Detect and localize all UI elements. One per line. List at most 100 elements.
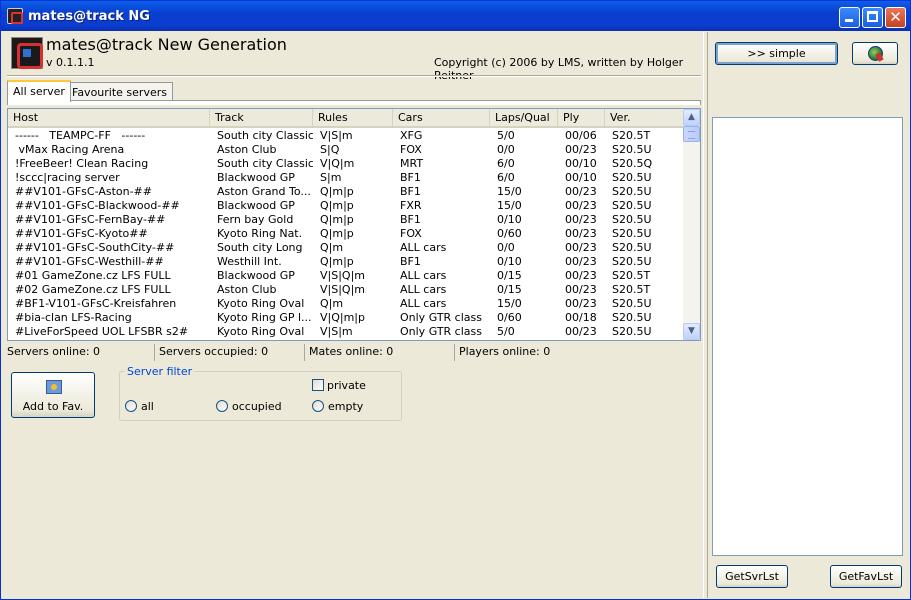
table-cell: Q|m|p [320, 199, 354, 212]
column-header[interactable]: Host [8, 109, 210, 128]
table-cell: FOX [400, 227, 422, 240]
table-cell: 0/15 [497, 269, 522, 282]
server-filter-group: Server filter private all occupied empty [119, 365, 402, 421]
status-bar: Servers online: 0 Servers occupied: 0 Ma… [3, 344, 703, 361]
table-cell: 00/23 [565, 283, 597, 296]
table-cell: ##V101-GFsC-SouthCity-## [15, 241, 175, 254]
table-cell: V|S|m [320, 129, 353, 142]
filter-empty-radio[interactable] [312, 400, 324, 412]
table-row[interactable]: #BF1-V101-GFsC-Kreisfahren Kyoto Ring Ova… [8, 297, 684, 311]
simple-mode-button[interactable]: >> simple [715, 42, 838, 65]
table-cell: S20.5U [612, 143, 652, 156]
scroll-thumb[interactable] [683, 126, 700, 142]
table-cell: South city Long [217, 241, 303, 254]
table-row[interactable]: ##V101-GFsC-Kyoto## Kyoto Ring Nat. Q|m|p F… [8, 227, 684, 241]
table-cell: Aston Grand To... [217, 185, 311, 198]
table-row[interactable]: ------ TEAMPC-FF ------ South city Classi… [8, 129, 684, 143]
table-cell: Westhill Int. [217, 255, 282, 268]
table-row[interactable]: ##V101-GFsC-Blackwood-## Blackwood GP Q|m|… [8, 199, 684, 213]
table-cell: 15/0 [497, 185, 522, 198]
column-header[interactable]: Laps/Qual [490, 109, 558, 128]
filter-all-radio[interactable] [125, 400, 137, 412]
table-cell: Q|m|p [320, 185, 354, 198]
table-cell: Only GTR class [400, 325, 482, 338]
table-cell: 0/0 [497, 143, 515, 156]
table-cell: 5/0 [497, 129, 515, 142]
column-header[interactable]: Rules [313, 109, 393, 128]
tab-all-server[interactable]: All server [7, 80, 71, 102]
table-cell: 0/15 [497, 283, 522, 296]
column-header[interactable]: Ver. [605, 109, 684, 128]
scroll-up-button[interactable]: ▲ [683, 109, 700, 126]
table-cell: ALL cars [400, 297, 447, 310]
table-cell: MRT [400, 157, 424, 170]
table-cell: ------ TEAMPC-FF ------ [15, 129, 146, 142]
add-favourite-icon [46, 380, 62, 394]
get-server-list-button[interactable]: GetSvrLst [716, 565, 788, 588]
table-row[interactable]: vMax Racing Arena Aston Club S|Q FOX 0/0 00/2… [8, 143, 684, 157]
server-list[interactable]: Host Track Rules Cars Laps/Qual Ply Ver. -----… [7, 108, 701, 341]
table-cell: 00/23 [565, 185, 597, 198]
column-header[interactable]: Cars [393, 109, 490, 128]
logo-icon [11, 37, 43, 69]
table-cell: BF1 [400, 213, 421, 226]
table-cell: ALL cars [400, 269, 447, 282]
globe-button[interactable] [852, 42, 898, 65]
mates-list[interactable] [712, 117, 903, 556]
app-window: mates@track NG ✕ mates@track New Generat… [0, 0, 911, 600]
filter-occupied-radio[interactable] [216, 400, 228, 412]
table-cell: S|Q [320, 143, 340, 156]
column-header[interactable]: Track [210, 109, 313, 128]
table-cell: 0/60 [497, 311, 522, 324]
table-row[interactable]: #bia-clan LFS-Racing Kyoto Ring GP l... V|… [8, 311, 684, 325]
table-row[interactable]: ##V101-GFsC-Westhill-## Westhill Int. Q|m|… [8, 255, 684, 269]
column-header[interactable]: Ply [558, 109, 605, 128]
tab-favourite-servers[interactable]: Favourite servers [66, 82, 173, 102]
table-cell: 00/23 [565, 143, 597, 156]
table-cell: S20.5U [612, 199, 652, 212]
get-favourite-list-button[interactable]: GetFavLst [830, 565, 902, 588]
add-to-favourites-button[interactable]: Add to Fav. [11, 372, 95, 418]
table-cell: 0/0 [497, 241, 515, 254]
table-cell: S20.5U [612, 297, 652, 310]
maximize-icon [867, 11, 878, 22]
players-online-status: Players online: 0 [459, 345, 551, 358]
private-checkbox[interactable] [312, 379, 324, 391]
table-cell: ##V101-GFsC-Blackwood-## [15, 199, 180, 212]
table-cell: ALL cars [400, 283, 447, 296]
table-row[interactable]: ##V101-GFsC-Aston-## Aston Grand To... Q|m… [8, 185, 684, 199]
table-cell: Only GTR class [400, 311, 482, 324]
table-cell: S20.5T [612, 283, 651, 296]
table-cell: Kyoto Ring Nat. [217, 227, 303, 240]
table-cell: 15/0 [497, 297, 522, 310]
vertical-scrollbar[interactable]: ▲ ▼ [683, 109, 700, 340]
title-bar[interactable]: mates@track NG ✕ [1, 1, 910, 31]
table-cell: 00/18 [565, 311, 597, 324]
table-cell: !FreeBeer! Clean Racing [15, 157, 149, 170]
table-cell: 00/23 [565, 199, 597, 212]
table-row[interactable]: !FreeBeer! Clean Racing South city Classi… [8, 157, 684, 171]
table-cell: FXR [400, 199, 422, 212]
table-row[interactable]: #LiveForSpeed UOL LFSBR s2# Kyoto Ring Ov… [8, 325, 684, 339]
app-icon[interactable] [7, 8, 23, 24]
table-row[interactable]: !sccc|racing server Blackwood GP S|m BF1 6/0… [8, 171, 684, 185]
table-row[interactable]: #01 GameZone.cz LFS FULL Blackwood GP V|S|… [8, 269, 684, 283]
table-cell: Kyoto Ring GP l... [217, 311, 312, 324]
minimize-button[interactable] [839, 7, 860, 28]
table-cell: 00/23 [565, 297, 597, 310]
table-cell: S20.5U [612, 213, 652, 226]
header-divider [7, 75, 701, 77]
table-row[interactable]: #02 GameZone.cz LFS FULL Aston Club V|S|Q|… [8, 283, 684, 297]
table-row[interactable]: ##V101-GFsC-SouthCity-## South city Long Q… [8, 241, 684, 255]
table-row[interactable]: ##V101-GFsC-FernBay-## Fern bay Gold Q|m|p… [8, 213, 684, 227]
scroll-down-button[interactable]: ▼ [683, 323, 700, 340]
close-button[interactable]: ✕ [885, 7, 906, 28]
table-cell: Blackwood GP [217, 199, 295, 212]
table-cell: S20.5U [612, 325, 652, 338]
maximize-button[interactable] [862, 7, 883, 28]
table-cell: Q|m|p [320, 227, 354, 240]
close-icon: ✕ [889, 8, 902, 26]
main-pane: mates@track New Generation v 0.1.1.1 Cop… [3, 32, 703, 598]
add-to-favourites-label: Add to Fav. [22, 400, 84, 413]
table-cell: S20.5T [612, 269, 651, 282]
